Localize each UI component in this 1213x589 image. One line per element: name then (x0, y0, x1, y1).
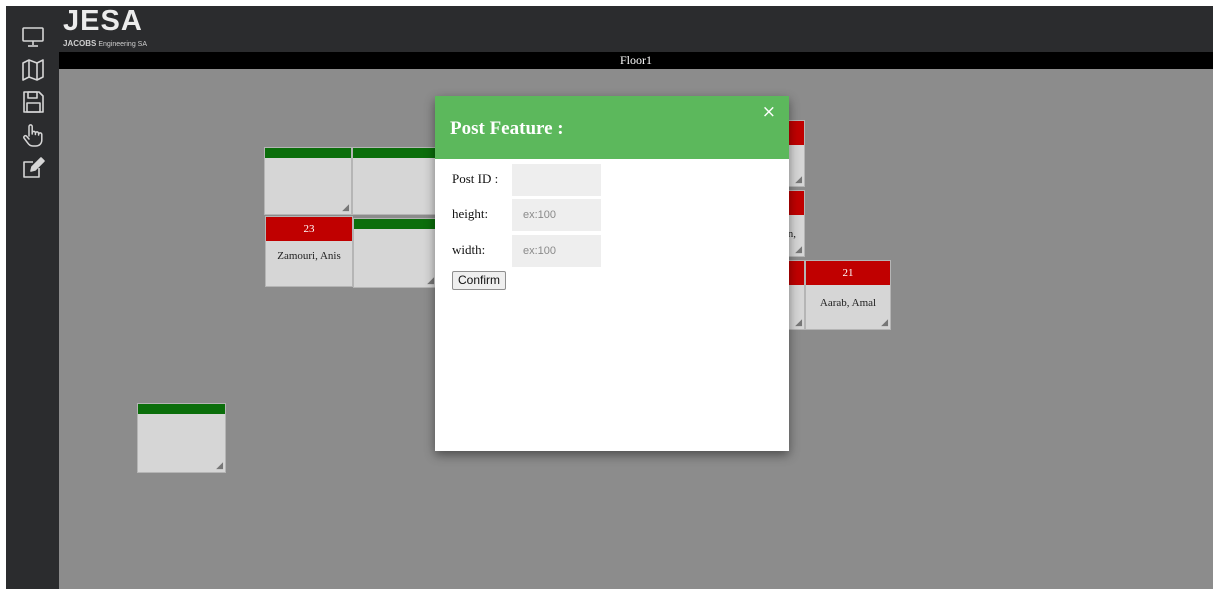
modal-header: Post Feature : × (435, 96, 789, 159)
floor-title: Floor1 (59, 52, 1213, 69)
post-box[interactable]: ◢ (137, 403, 226, 473)
edit-icon[interactable] (20, 155, 46, 181)
height-input[interactable] (512, 199, 601, 231)
width-label: width: (452, 242, 486, 257)
logo-wordmark: JESA (63, 5, 143, 37)
resize-handle-icon[interactable]: ◢ (795, 246, 802, 255)
close-icon[interactable]: × (762, 101, 776, 123)
floppy-save-icon[interactable] (20, 89, 46, 115)
width-row: width: (452, 235, 652, 267)
resize-handle-icon[interactable]: ◢ (795, 176, 802, 185)
post-box[interactable] (352, 147, 436, 215)
post-number: 23 (266, 217, 352, 241)
height-row: height: (452, 199, 652, 231)
sidebar (6, 6, 59, 589)
resize-handle-icon[interactable]: ◢ (881, 319, 888, 328)
resize-handle-icon[interactable]: ◢ (427, 277, 434, 286)
resize-handle-icon[interactable]: ◢ (342, 204, 349, 213)
resize-handle-icon[interactable]: ◢ (795, 319, 802, 328)
post-box[interactable]: ◢ (353, 218, 437, 288)
modal-title: Post Feature : (450, 118, 564, 139)
height-label: height: (452, 206, 489, 221)
logo-subtitle-rest: Engineering SA (98, 41, 147, 48)
post-id-label: Post ID : (452, 171, 499, 186)
post-box[interactable]: 23 Zamouri, Anis (265, 216, 353, 287)
width-input[interactable] (512, 235, 601, 267)
post-header (353, 148, 435, 158)
post-box[interactable]: ◢ (264, 147, 352, 215)
monitor-icon[interactable] (20, 24, 46, 50)
post-feature-modal: Post Feature : × Post ID : height: width… (435, 96, 789, 451)
logo-subtitle-bold: JACOBS (63, 39, 97, 48)
confirm-button[interactable]: Confirm (452, 271, 507, 290)
post-number: 21 (806, 261, 890, 285)
post-id-input[interactable] (512, 164, 601, 196)
top-bar (59, 6, 1213, 52)
post-header (138, 404, 225, 414)
pointer-hand-icon[interactable] (20, 122, 46, 148)
post-id-row: Post ID : (452, 164, 652, 196)
post-header (265, 148, 351, 158)
post-box[interactable]: 21 Aarab, Amal ◢ (805, 260, 891, 330)
logo-subtitle: JACOBS Engineering SA (63, 39, 147, 48)
jesa-logo: JESA JACOBS Engineering SA (63, 5, 203, 50)
post-header (354, 219, 436, 229)
resize-handle-icon[interactable]: ◢ (216, 462, 223, 471)
post-occupant: Aarab, Amal (819, 297, 877, 309)
map-icon[interactable] (20, 57, 46, 83)
post-occupant: Zamouri, Anis (277, 250, 341, 262)
